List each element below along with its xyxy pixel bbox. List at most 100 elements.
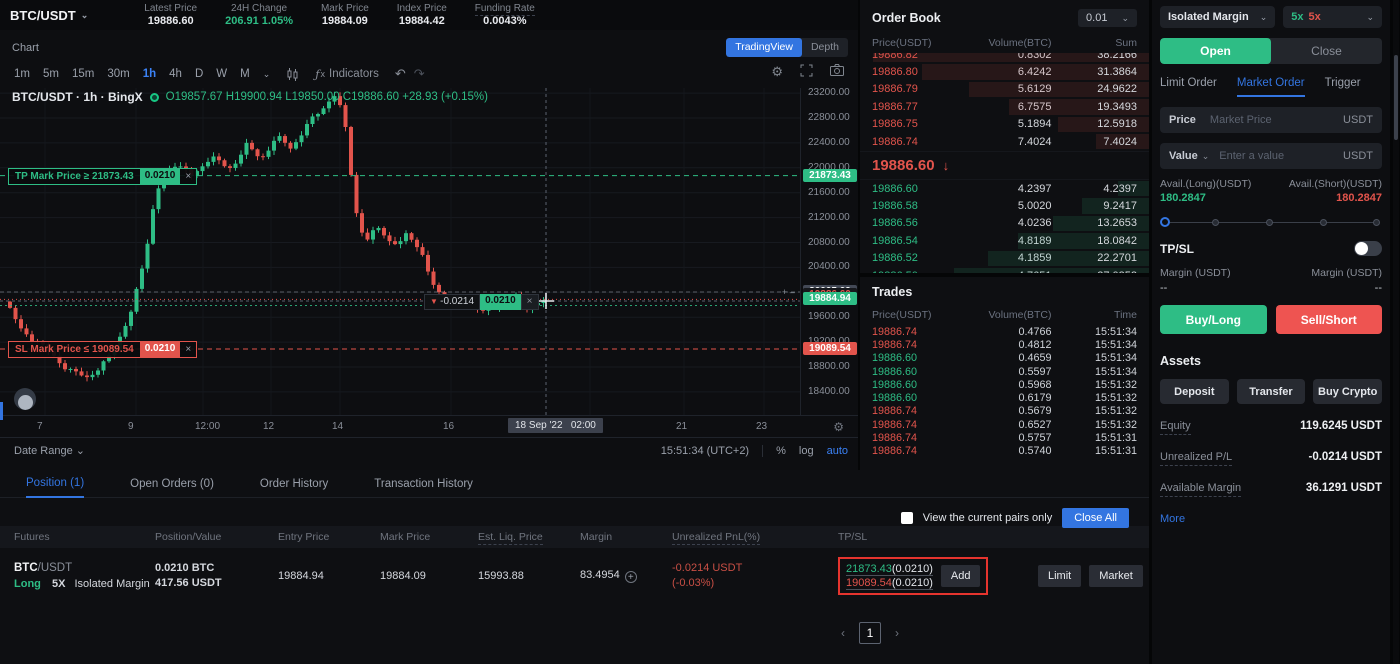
price-tick: 22800.00: [808, 112, 858, 123]
positions-tabs: Position (1) Open Orders (0) Order Histo…: [0, 470, 1149, 498]
trade-row[interactable]: 19886.740.476615:51:34: [860, 325, 1149, 338]
undo-icon[interactable]: ↶: [395, 66, 406, 82]
tab-order-history[interactable]: Order History: [260, 470, 328, 498]
sell-short-button[interactable]: Sell/Short: [1276, 305, 1383, 334]
trade-row[interactable]: 19886.740.567915:51:32: [860, 405, 1149, 418]
ask-row[interactable]: 19886.747.40247.4024: [860, 133, 1149, 150]
limit-close-button[interactable]: Limit: [1038, 565, 1081, 587]
divider: [762, 445, 763, 457]
indicators-button[interactable]: ƒx Indicators: [315, 67, 379, 81]
bid-row[interactable]: 19886.504.765127.0352: [860, 267, 1149, 273]
open-tab[interactable]: Open: [1160, 38, 1271, 64]
bid-row[interactable]: 19886.585.00209.2417: [860, 197, 1149, 214]
close-icon[interactable]: ×: [180, 341, 197, 358]
auto-scale-button[interactable]: auto: [827, 445, 848, 457]
close-icon[interactable]: ×: [521, 294, 539, 310]
symbol-selector[interactable]: BTC/USDT ⌄: [0, 8, 102, 23]
trade-row[interactable]: 19886.600.559715:51:34: [860, 365, 1149, 378]
value-mode-dropdown[interactable]: Value: [1169, 150, 1198, 162]
bid-row[interactable]: 19886.524.185922.2701: [860, 250, 1149, 267]
more-link[interactable]: More: [1160, 513, 1382, 525]
tp-value-link[interactable]: 21873.43: [846, 563, 892, 576]
ask-row[interactable]: 19886.795.612924.9622: [860, 81, 1149, 98]
current-pairs-checkbox[interactable]: [901, 512, 913, 524]
timeframe-1m[interactable]: 1m: [14, 68, 30, 80]
timeframe-D[interactable]: D: [195, 68, 203, 80]
trade-row[interactable]: 19886.600.617915:51:32: [860, 391, 1149, 404]
close-icon[interactable]: ×: [180, 168, 197, 185]
tp-line-flag[interactable]: TP Mark Price ≥ 21873.43 0.0210 ×: [8, 168, 197, 185]
ask-row[interactable]: 19886.806.424231.3864: [860, 63, 1149, 80]
page-number[interactable]: 1: [859, 622, 881, 644]
tpsl-highlight-box: 21873.43(0.0210) 19089.54(0.0210) Add: [838, 557, 988, 595]
prev-page-icon[interactable]: ‹: [841, 626, 845, 640]
time-axis[interactable]: 7912:0012141619212318 Sep '22 02:00 ⚙: [0, 415, 858, 437]
tab-open-orders[interactable]: Open Orders (0): [130, 470, 214, 498]
deposit-button[interactable]: Deposit: [1160, 379, 1229, 404]
trade-row[interactable]: 19886.740.575715:51:31: [860, 431, 1149, 444]
next-page-icon[interactable]: ›: [895, 626, 899, 640]
chart-left-scroll-hint: [0, 402, 3, 420]
tab-transaction-history[interactable]: Transaction History: [374, 470, 473, 498]
ask-row[interactable]: 19886.776.757519.3493: [860, 98, 1149, 115]
timeframe-5m[interactable]: 5m: [43, 68, 59, 80]
trade-row[interactable]: 19886.600.596815:51:32: [860, 378, 1149, 391]
tab-market-order[interactable]: Market Order: [1237, 77, 1305, 97]
tab-position[interactable]: Position (1): [26, 470, 84, 498]
percent-scale-button[interactable]: %: [776, 445, 786, 457]
timeframe-30m[interactable]: 30m: [107, 68, 129, 80]
leverage-dropdown[interactable]: 5x5x ⌄: [1283, 6, 1382, 28]
upnl-cell: -0.0214 USDT (-0.03%): [672, 561, 838, 591]
snapshot-camera-icon[interactable]: [830, 64, 844, 80]
tick-size-dropdown[interactable]: 0.01 ⌄: [1078, 9, 1137, 27]
ask-row[interactable]: 19886.755.189412.5918: [860, 116, 1149, 133]
bid-row[interactable]: 19886.604.23974.2397: [860, 180, 1149, 197]
trade-row[interactable]: 19886.600.465915:51:34: [860, 352, 1149, 365]
margin-mode-dropdown[interactable]: Isolated Margin ⌄: [1160, 6, 1275, 28]
page-scrollbar[interactable]: [1393, 0, 1399, 664]
sl-value-link[interactable]: 19089.54: [846, 577, 892, 590]
sl-line-flag[interactable]: SL Mark Price ≤ 19089.54 0.0210 ×: [8, 341, 197, 358]
position-order-tag[interactable]: ▼ -0.0214 0.0210 ×: [424, 294, 539, 310]
slider-handle[interactable]: [1160, 217, 1170, 227]
axis-gear-icon[interactable]: ⚙: [833, 420, 844, 434]
chart-toolbar: 1m 5m 15m 30m 1h 4h D W M ⌄ ƒx Indicators ↶ ↷ ⚙: [0, 62, 858, 86]
tab-tradingview[interactable]: TradingView: [726, 38, 802, 57]
positions-table-header: Futures Position/Value Entry Price Mark …: [0, 526, 1149, 548]
buy-long-button[interactable]: Buy/Long: [1160, 305, 1267, 334]
trade-row[interactable]: 19886.740.652715:51:32: [860, 418, 1149, 431]
trade-row[interactable]: 19886.740.574015:51:31: [860, 445, 1149, 458]
timeframe-4h[interactable]: 4h: [169, 68, 182, 80]
price-axis[interactable]: 23200.0022800.0022400.0022000.0021600.00…: [800, 88, 858, 415]
close-all-button[interactable]: Close All: [1062, 508, 1129, 528]
date-range-selector[interactable]: Date Range ⌄: [14, 444, 85, 457]
log-scale-button[interactable]: log: [799, 445, 814, 457]
amount-slider[interactable]: [1160, 217, 1382, 229]
bid-row[interactable]: 19886.544.818918.0842: [860, 232, 1149, 249]
trade-row[interactable]: 19886.740.481215:51:34: [860, 338, 1149, 351]
timeframe-W[interactable]: W: [216, 68, 227, 80]
timeframe-M[interactable]: M: [240, 68, 250, 80]
chevron-down-icon[interactable]: ⌄: [263, 69, 271, 80]
bid-row[interactable]: 19886.564.023613.2653: [860, 215, 1149, 232]
market-close-button[interactable]: Market: [1089, 565, 1143, 587]
value-field[interactable]: Value ⌄ Enter a value USDT: [1160, 143, 1382, 169]
transfer-button[interactable]: Transfer: [1237, 379, 1306, 404]
tab-limit-order[interactable]: Limit Order: [1160, 77, 1217, 97]
ask-row[interactable]: 19886.820.830238.2166: [860, 53, 1149, 63]
tpsl-toggle[interactable]: [1354, 241, 1382, 256]
close-tab[interactable]: Close: [1271, 38, 1382, 64]
price-field[interactable]: Price Market Price USDT: [1160, 107, 1382, 133]
tab-depth[interactable]: Depth: [802, 38, 848, 57]
redo-icon[interactable]: ↷: [414, 66, 425, 82]
tab-trigger[interactable]: Trigger: [1325, 77, 1361, 97]
candlestick-chart[interactable]: + –: [0, 88, 800, 415]
adjust-margin-icon[interactable]: +: [625, 571, 637, 583]
timeframe-1h[interactable]: 1h: [143, 68, 156, 80]
candle-style-icon[interactable]: [286, 68, 299, 81]
fullscreen-icon[interactable]: [800, 64, 813, 80]
add-tpsl-button[interactable]: Add: [941, 565, 981, 587]
timeframe-15m[interactable]: 15m: [72, 68, 94, 80]
settings-gear-icon[interactable]: ⚙: [771, 64, 783, 80]
buy-crypto-button[interactable]: Buy Crypto: [1313, 379, 1382, 404]
